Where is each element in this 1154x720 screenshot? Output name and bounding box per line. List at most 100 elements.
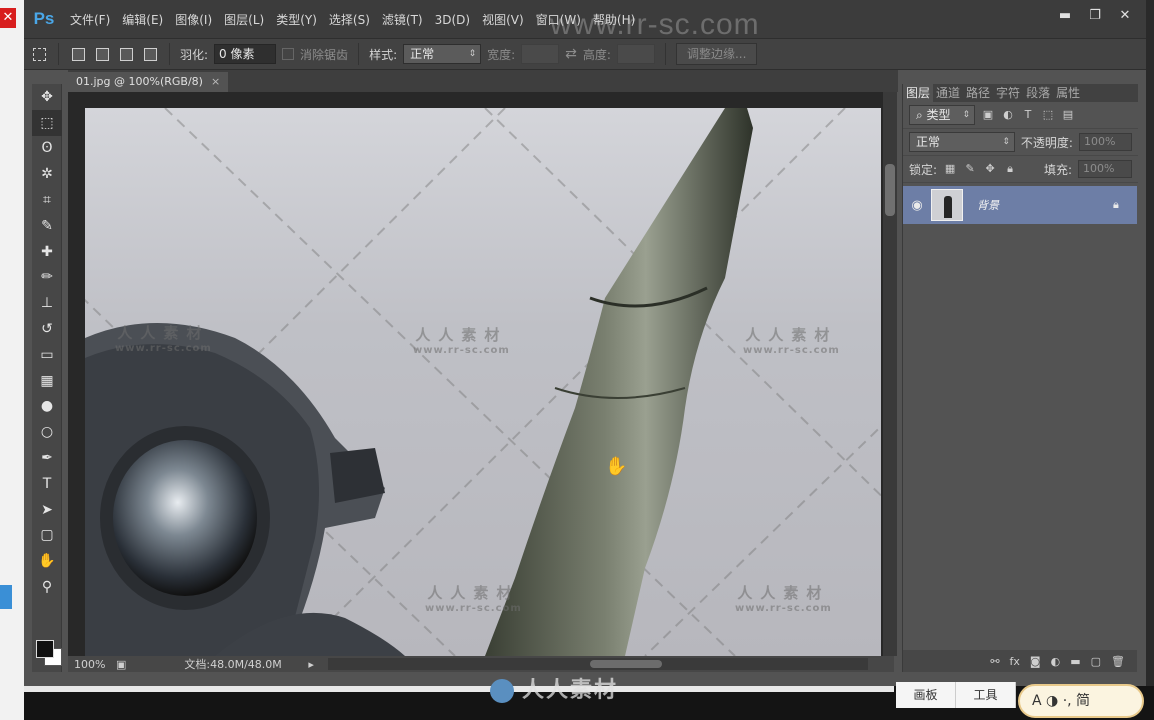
watermark-cn: 人人素材 (737, 584, 830, 602)
menu-edit[interactable]: 编辑(E) (116, 0, 169, 38)
hand-cursor-icon: ✋ (605, 456, 628, 477)
blur-icon[interactable]: ● (32, 394, 62, 420)
close-icon[interactable]: ✕ (0, 8, 16, 28)
scrollbar-thumb[interactable] (589, 660, 662, 668)
menu-type[interactable]: 类型(Y) (270, 0, 323, 38)
adjustment-icon[interactable]: ◐ (1051, 655, 1061, 668)
marquee-tool-icon[interactable] (30, 45, 48, 63)
menu-select[interactable]: 选择(S) (323, 0, 376, 38)
new-selection-icon[interactable] (69, 45, 87, 63)
path-select-icon[interactable]: ➤ (32, 497, 62, 523)
width-input[interactable] (521, 44, 560, 64)
brush-icon[interactable]: ✏ (32, 265, 62, 291)
refine-edge-button[interactable]: 调整边缘... (675, 43, 758, 65)
lock-all-icon[interactable]: 🔒︎ (1003, 162, 1017, 176)
lock-pixels-icon[interactable]: ✎ (963, 162, 977, 176)
pen-icon[interactable]: ✒ (32, 445, 62, 471)
scrollbar-thumb[interactable] (885, 164, 895, 216)
tab-layers[interactable]: 图层 (903, 84, 934, 102)
ime-indicator[interactable]: A ◑ ·, 简 (1018, 684, 1144, 718)
lock-transparent-icon[interactable]: ▦ (943, 162, 957, 176)
tab-paths[interactable]: 路径 (963, 84, 993, 102)
window-controls: ▬ ❐ ✕ (1052, 6, 1138, 26)
fx-icon[interactable]: fx (1010, 655, 1020, 668)
lock-position-icon[interactable]: ✥ (983, 162, 997, 176)
minimize-button[interactable]: ▬ (1052, 6, 1078, 26)
link-icon[interactable]: ⚯ (990, 655, 999, 668)
type-icon[interactable]: T (32, 471, 62, 497)
foreground-color-swatch[interactable] (36, 640, 54, 658)
type-filter-icon[interactable]: T (1021, 108, 1035, 122)
eyedropper-icon[interactable]: ✎ (32, 213, 62, 239)
history-brush-icon[interactable]: ↺ (32, 316, 62, 342)
vertical-scrollbar[interactable] (883, 92, 897, 656)
updown-icon: ⇕ (1002, 137, 1010, 147)
adjustment-filter-icon[interactable]: ◐ (1001, 108, 1015, 122)
add-selection-icon[interactable] (93, 45, 111, 63)
menu-layer[interactable]: 图层(L) (218, 0, 270, 38)
tab-properties[interactable]: 属性 (1053, 84, 1083, 102)
antialias-checkbox[interactable] (282, 48, 295, 60)
zoom-level[interactable]: 100% (68, 658, 116, 671)
divider (169, 43, 170, 65)
horizontal-scrollbar[interactable] (327, 658, 868, 670)
intersect-selection-icon[interactable] (141, 45, 159, 63)
new-layer-icon[interactable]: ▢ (1091, 655, 1101, 668)
healing-icon[interactable]: ✚ (32, 239, 62, 265)
magic-wand-icon[interactable]: ✲ (32, 161, 62, 187)
watermark-cn: 人人素材 (415, 326, 508, 344)
style-select[interactable]: 正常 ⇕ (403, 44, 482, 64)
trash-icon[interactable]: 🗑︎ (1111, 655, 1125, 668)
menu-3d[interactable]: 3D(D) (429, 0, 476, 38)
tab-channels[interactable]: 通道 (933, 84, 963, 102)
camera-icon: ▣ (116, 657, 127, 671)
smart-filter-icon[interactable]: ▤ (1061, 108, 1075, 122)
status-bar: 100% ▣ 文档:48.0M/48.0M ▸ (68, 656, 894, 672)
shape-icon[interactable]: ▢ (32, 523, 62, 549)
play-icon[interactable]: ▸ (308, 658, 314, 671)
menu-filter[interactable]: 滤镜(T) (376, 0, 429, 38)
close-button[interactable]: ✕ (1112, 6, 1138, 26)
image-filter-icon[interactable]: ▣ (981, 108, 995, 122)
taskbar-tab-artboard[interactable]: 画板 (896, 682, 956, 708)
kind-filter-select[interactable]: ⌕ 类型 ⇕ (909, 105, 975, 125)
opacity-input[interactable]: 100% (1078, 133, 1132, 151)
canvas-area[interactable]: 人人素材 www.rr-sc.com 人人素材 www.rr-sc.com 人人… (68, 92, 894, 656)
eye-icon[interactable]: ◉ (903, 198, 931, 213)
lasso-icon[interactable]: ʘ (32, 136, 62, 162)
layer-row[interactable]: ◉ 背景 🔒︎ (903, 186, 1137, 224)
shape-filter-icon[interactable]: ⬚ (1041, 108, 1055, 122)
tab-paragraph[interactable]: 段落 (1023, 84, 1053, 102)
tab-character[interactable]: 字符 (993, 84, 1023, 102)
move-icon[interactable]: ✥ (32, 84, 62, 110)
app-logo: Ps (33, 9, 55, 28)
stamp-icon[interactable]: ⊥ (32, 290, 62, 316)
subtract-selection-icon[interactable] (117, 45, 135, 63)
feather-input[interactable]: 0 像素 (214, 44, 277, 64)
crop-icon[interactable]: ⌗ (32, 187, 62, 213)
document-canvas[interactable]: 人人素材 www.rr-sc.com 人人素材 www.rr-sc.com 人人… (85, 108, 881, 656)
menu-view[interactable]: 视图(V) (476, 0, 530, 38)
watermark-bottom-text: 人人素材 (522, 678, 619, 703)
height-input[interactable] (616, 44, 655, 64)
marquee-icon[interactable]: ⬚ (32, 109, 62, 136)
menu-file[interactable]: 文件(F) (64, 0, 116, 38)
taskbar-tab-tools[interactable]: 工具 (956, 682, 1016, 708)
swap-icon[interactable]: ⇄ (565, 46, 577, 62)
menu-image[interactable]: 图像(I) (169, 0, 218, 38)
mask-icon[interactable]: ◙ (1030, 655, 1041, 668)
dodge-icon[interactable]: ○ (32, 419, 62, 445)
fill-label: 填充: (1043, 162, 1072, 177)
zoom-icon[interactable]: ⚲ (32, 574, 62, 600)
layer-thumbnail (931, 189, 963, 221)
folder-icon[interactable]: ▬ (1070, 655, 1080, 668)
close-icon[interactable]: × (211, 72, 220, 92)
eraser-icon[interactable]: ▭ (32, 342, 62, 368)
restore-button[interactable]: ❐ (1082, 6, 1108, 26)
hand-icon[interactable]: ✋ (32, 548, 62, 574)
width-label: 宽度: (487, 47, 516, 62)
gradient-icon[interactable]: ▦ (32, 368, 62, 394)
blend-mode-select[interactable]: 正常 ⇕ (909, 132, 1015, 152)
fill-input[interactable]: 100% (1078, 160, 1132, 178)
document-tab[interactable]: 01.jpg @ 100%(RGB/8) × (68, 72, 229, 92)
